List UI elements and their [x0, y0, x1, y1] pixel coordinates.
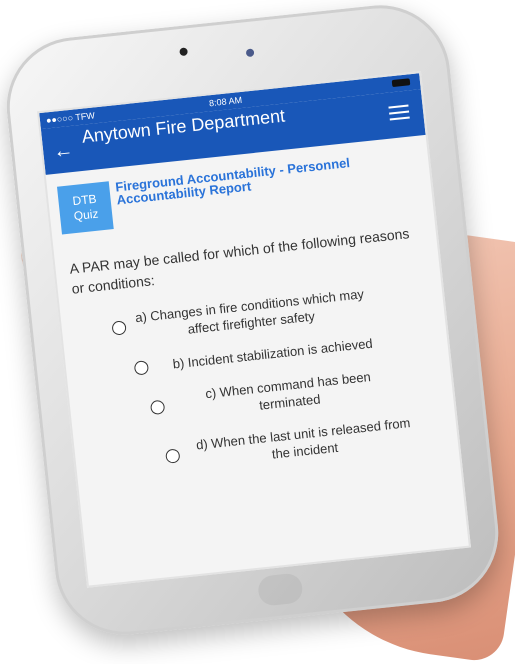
- badge-line-2: Quiz: [73, 206, 100, 224]
- phone: ●●○○○ TFW 8:08 AM ← Anytown Fire Departm…: [0, 0, 506, 642]
- arrow-left-icon[interactable]: ←: [52, 139, 74, 163]
- hamburger-menu-icon[interactable]: [388, 104, 410, 123]
- status-time: 8:08 AM: [208, 94, 243, 109]
- radio-button[interactable]: [111, 320, 127, 336]
- answer-options: a) Changes in fire conditions which may …: [110, 279, 437, 493]
- radio-button[interactable]: [149, 399, 166, 416]
- battery-icon: [391, 78, 411, 88]
- answer-option-label: d) When the last unit is released from t…: [195, 415, 412, 462]
- quiz-badge: DTB Quiz: [56, 181, 114, 235]
- radio-button[interactable]: [165, 448, 181, 464]
- answer-option-d[interactable]: d) When the last unit is released from t…: [164, 412, 436, 474]
- answer-option-label: b) Incident stabilization is achieved: [171, 335, 374, 372]
- answer-option-label: a) Changes in fire conditions which may …: [134, 286, 365, 337]
- answer-option-label: c) When command has been terminated: [204, 369, 372, 413]
- radio-button[interactable]: [133, 359, 150, 376]
- phone-screen: ●●○○○ TFW 8:08 AM ← Anytown Fire Departm…: [37, 71, 471, 588]
